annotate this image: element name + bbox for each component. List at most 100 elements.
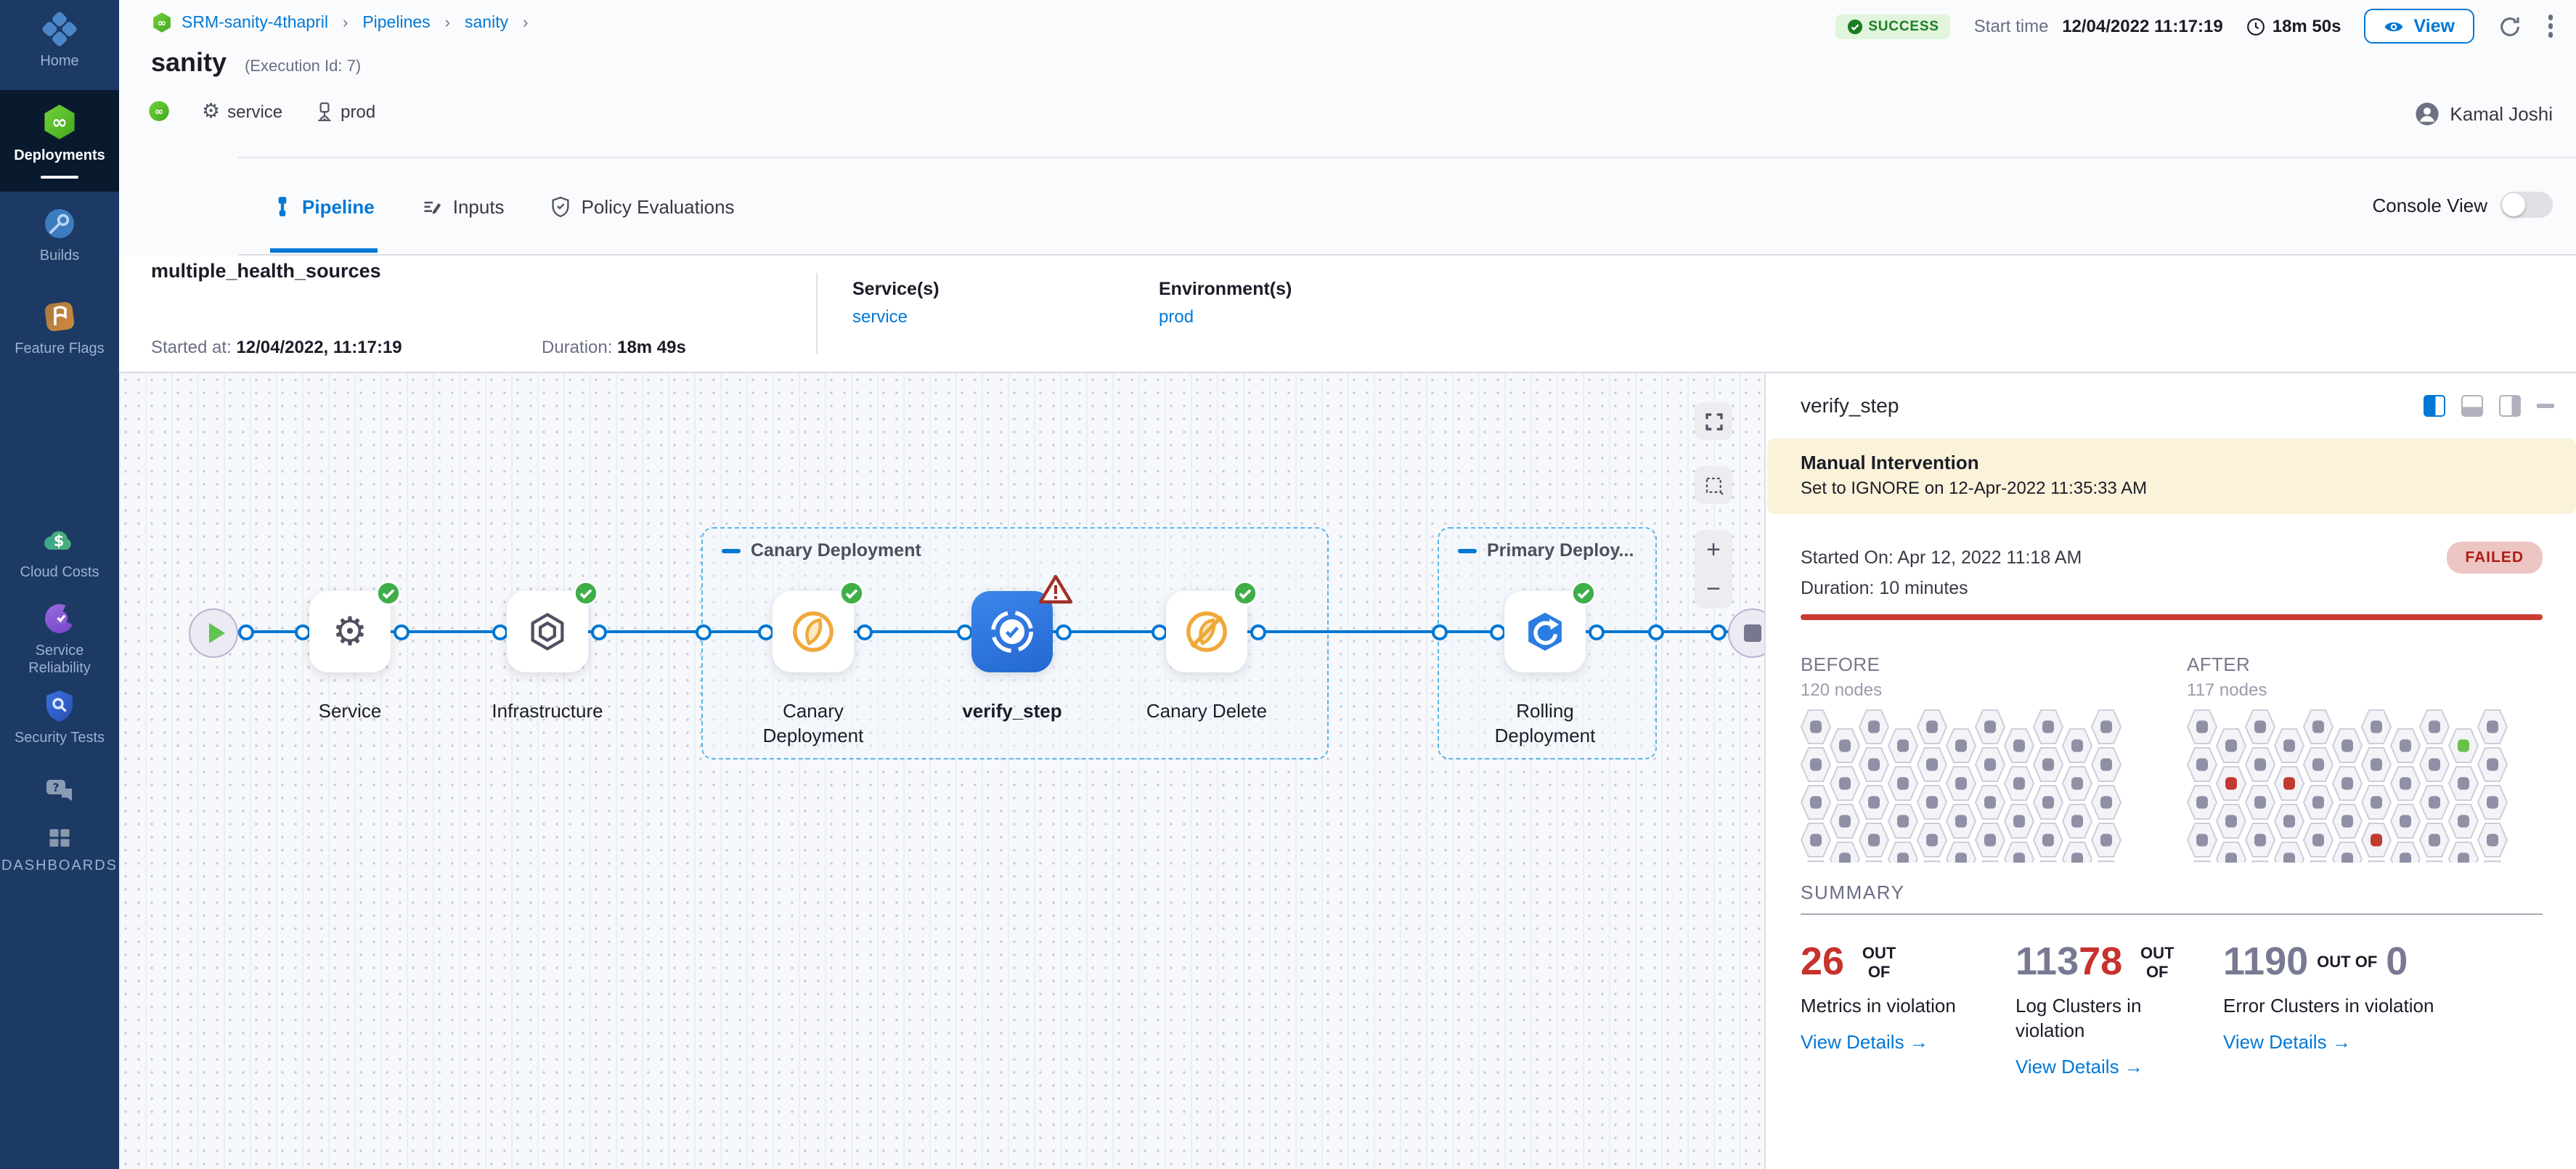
sidebar-item-help-chat[interactable]: ? — [0, 775, 119, 807]
run-info-strip: multiple_health_sources Started at: 12/0… — [119, 256, 2576, 372]
collapse-icon[interactable] — [1458, 549, 1477, 553]
view-button[interactable]: View — [2364, 9, 2474, 44]
project-icon: ∞ — [151, 12, 173, 33]
sidebar-item-feature-flags[interactable]: Feature Flags — [0, 299, 119, 359]
tags-row: ∞ ⚙ service prod — [148, 100, 375, 122]
environments-label: Environment(s) — [1159, 279, 1292, 299]
collapse-icon[interactable] — [722, 549, 741, 553]
banner-title: Manual Intervention — [1801, 452, 2576, 473]
pipeline-canvas[interactable]: Canary Deployment Primary Deploy... ⚙ Se… — [119, 372, 1764, 1169]
sidebar-item-security-tests[interactable]: Security Tests — [0, 688, 119, 748]
service-link[interactable]: service — [852, 306, 939, 327]
tab-inputs[interactable]: Inputs — [418, 166, 508, 252]
user-menu[interactable]: Kamal Joshi — [2415, 102, 2553, 126]
selection-icon — [1703, 474, 1724, 496]
more-options-icon[interactable] — [2545, 12, 2556, 41]
node-rolling-deployment[interactable] — [1504, 591, 1586, 672]
failed-badge: FAILED — [2446, 542, 2543, 574]
tab-pipeline[interactable]: Pipeline — [270, 166, 378, 252]
header-divider — [238, 157, 2576, 158]
sidebar-item-dashboards[interactable]: DASHBOARDS — [0, 825, 119, 876]
verify-step-icon — [989, 608, 1035, 655]
toggle-knob — [2502, 193, 2525, 216]
summary-desc: Error Clusters in violation — [2223, 993, 2441, 1018]
pipeline-start-node[interactable] — [189, 608, 238, 658]
inputs-tab-icon — [421, 197, 443, 217]
view-details-link[interactable]: View Details → — [2015, 1056, 2143, 1078]
console-view-toggle[interactable] — [2500, 192, 2553, 218]
summary-row: 26OUT OF Metrics in violation View Detai… — [1801, 940, 2543, 1080]
panel-title: verify_step — [1801, 394, 1899, 417]
zoom-in-button[interactable]: + — [1706, 537, 1721, 562]
sidebar-item-builds[interactable]: Builds — [0, 206, 119, 266]
node-canary-delete[interactable] — [1166, 591, 1247, 672]
sidebar-item-deployments[interactable]: ∞ Deployments — [0, 90, 119, 192]
tab-policy-evaluations[interactable]: Policy Evaluations — [548, 166, 738, 252]
breadcrumb-pipeline-name[interactable]: sanity — [465, 14, 508, 31]
node-canary-deployment[interactable] — [773, 591, 854, 672]
edge-endpoint — [695, 624, 711, 640]
check-circle-icon — [1846, 18, 1862, 34]
security-tests-icon — [42, 688, 77, 723]
node-label: Canary Delete — [1127, 698, 1287, 723]
run-duration: Duration: 18m 49s — [542, 337, 686, 357]
summary-heading: SUMMARY — [1801, 881, 1905, 903]
layout-minimized-panel-icon[interactable] — [2499, 395, 2521, 417]
node-verify-step[interactable] — [971, 591, 1053, 672]
started-on: Started On: Apr 12, 2022 11:18 AM — [1801, 547, 2082, 568]
sidebar-item-cloud-costs[interactable]: $ Cloud Costs — [0, 523, 119, 582]
svg-text:∞: ∞ — [52, 112, 68, 134]
zoom-out-button[interactable]: − — [1706, 577, 1721, 601]
edge-endpoint — [856, 624, 872, 640]
node-service[interactable]: ⚙ — [309, 591, 391, 672]
success-check-icon — [376, 581, 401, 613]
node-label: Infrastructure — [468, 698, 627, 723]
sidebar-item-service-reliability[interactable]: Service Reliability — [0, 601, 119, 678]
layout-bottom-panel-icon[interactable] — [2461, 395, 2483, 417]
sidebar-item-label: Service Reliability — [12, 643, 107, 678]
user-name: Kamal Joshi — [2450, 103, 2553, 125]
gear-icon: ⚙ — [202, 101, 220, 121]
before-header: BEFORE 120 nodes — [1801, 653, 1882, 700]
environment-link[interactable]: prod — [1159, 306, 1292, 327]
environment-icon — [314, 101, 333, 121]
edge-endpoint — [393, 624, 409, 640]
before-nodegraph — [1801, 709, 2137, 863]
builds-icon — [42, 206, 77, 241]
arrow-right-icon: → — [2124, 1056, 2143, 1078]
summary-desc: Log Clusters in violation — [2015, 993, 2187, 1043]
start-time-label: Start time — [1974, 16, 2049, 36]
breadcrumb-project[interactable]: SRM-sanity-4thapril — [182, 14, 328, 31]
marquee-select-button[interactable] — [1695, 466, 1732, 504]
play-icon — [208, 623, 224, 643]
group-label: Primary Deploy... — [1458, 540, 1634, 561]
edge-endpoint — [757, 624, 773, 640]
fit-to-screen-button[interactable] — [1695, 402, 1732, 440]
layout-right-panel-icon[interactable] — [2424, 395, 2445, 417]
svg-text:$: $ — [54, 532, 65, 550]
step-details-panel: verify_step Manual Intervention Set to I… — [1764, 372, 2576, 1169]
breadcrumb-separator: › — [523, 14, 528, 31]
eye-icon — [2383, 17, 2405, 36]
group-label: Canary Deployment — [722, 540, 921, 561]
feature-flags-icon — [42, 299, 77, 334]
view-details-link[interactable]: View Details → — [2223, 1031, 2351, 1053]
sidebar-item-label: Home — [40, 54, 78, 71]
edge-endpoint — [1250, 624, 1265, 640]
breadcrumb-separator: › — [445, 14, 450, 31]
sidebar-item-home[interactable]: Home — [0, 12, 119, 71]
avatar — [2415, 102, 2440, 126]
node-infrastructure[interactable] — [507, 591, 588, 672]
environment-tag[interactable]: prod — [314, 101, 375, 121]
breadcrumb-separator: › — [343, 14, 348, 31]
panel-layout-controls — [2424, 395, 2554, 417]
service-tag[interactable]: ⚙ service — [202, 101, 282, 121]
banner-message: Set to IGNORE on 12-Apr-2022 11:35:33 AM — [1801, 478, 2576, 498]
elapsed-time: 18m 50s — [2273, 16, 2341, 36]
view-details-link[interactable]: View Details → — [1801, 1031, 1928, 1053]
breadcrumb-pipelines[interactable]: Pipelines — [362, 14, 430, 31]
minimize-icon[interactable] — [2537, 404, 2554, 408]
expand-icon — [1703, 410, 1724, 432]
refresh-icon[interactable] — [2497, 14, 2522, 38]
clock-icon — [2246, 17, 2265, 36]
